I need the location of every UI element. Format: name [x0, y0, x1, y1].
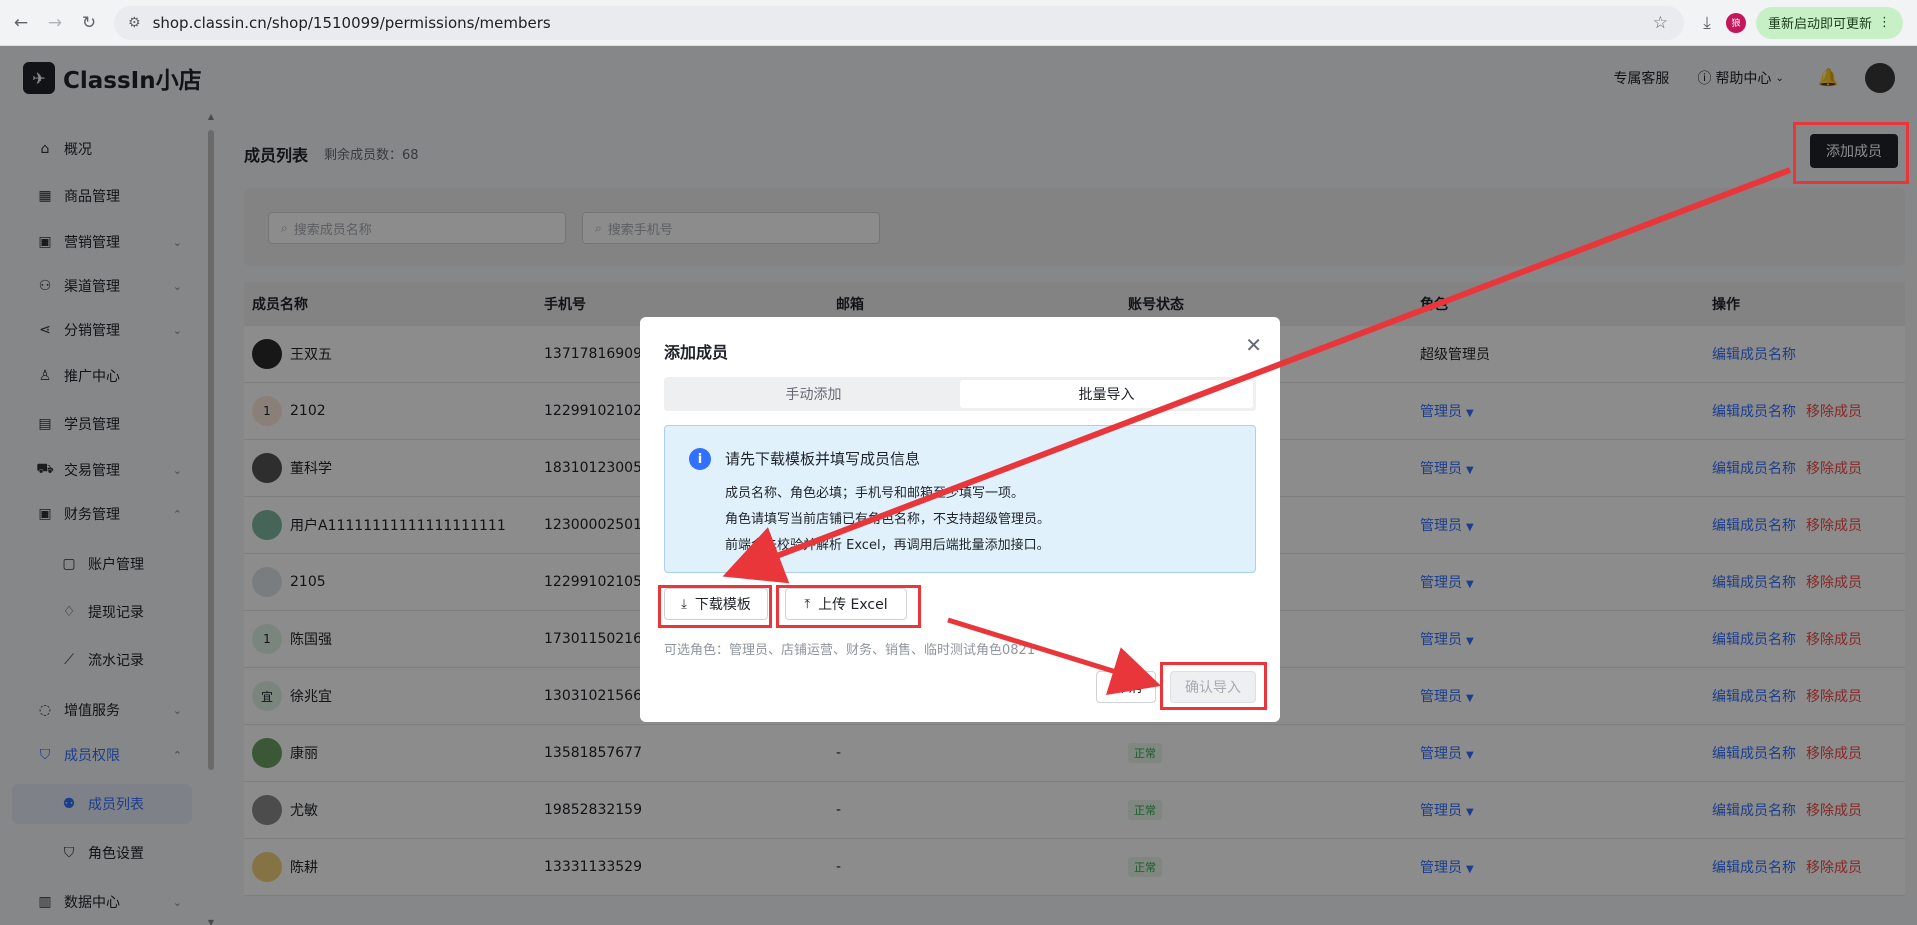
address-bar[interactable]: ⚙ shop.classin.cn/shop/1510099/permissio…	[114, 5, 1684, 40]
info-line: 前端会先校验并解析 Excel，再调用后端批量添加接口。	[725, 538, 1050, 553]
annotation-box-download	[658, 585, 772, 628]
site-info-icon[interactable]: ⚙	[128, 15, 141, 31]
download-icon[interactable]: ⤓	[1694, 13, 1720, 33]
reload-icon[interactable]: ↻	[76, 10, 102, 36]
info-title: 请先下载模板并填写成员信息	[725, 450, 921, 468]
close-icon[interactable]: ✕	[1245, 333, 1262, 357]
bookmark-star-icon[interactable]: ☆	[1653, 13, 1668, 33]
url-text: shop.classin.cn/shop/1510099/permissions…	[152, 13, 551, 32]
mode-tabs: 手动添加 批量导入	[664, 377, 1256, 411]
annotation-box-confirm	[1160, 662, 1267, 710]
back-icon[interactable]: ←	[8, 10, 34, 36]
tab-manual-add[interactable]: 手动添加	[667, 380, 960, 408]
extension-avatar[interactable]: 狼	[1726, 12, 1746, 33]
info-alert: i 请先下载模板并填写成员信息 成员名称、角色必填；手机号和邮箱至少填写一项。 …	[664, 425, 1256, 573]
annotation-box-upload	[776, 585, 921, 628]
browser-toolbar: ← → ↻ ⚙ shop.classin.cn/shop/1510099/per…	[0, 0, 1917, 46]
info-icon: i	[689, 448, 711, 470]
update-label: 重新启动即可更新	[1768, 17, 1873, 32]
more-icon: ⋮	[1878, 15, 1892, 30]
info-line: 成员名称、角色必填；手机号和邮箱至少填写一项。	[725, 486, 1025, 501]
annotation-box-add-member	[1793, 122, 1909, 184]
browser-update-button[interactable]: 重新启动即可更新 ⋮	[1756, 6, 1904, 39]
cancel-button[interactable]: 取 消	[1096, 671, 1156, 703]
dialog-title: 添加成员	[664, 343, 729, 362]
tab-batch-import[interactable]: 批量导入	[960, 380, 1253, 408]
forward-icon[interactable]: →	[42, 10, 68, 36]
roles-hint: 可选角色：管理员、店铺运营、财务、销售、临时测试角色0821	[664, 643, 1036, 658]
info-line: 角色请填写当前店铺已有角色名称，不支持超级管理员。	[725, 512, 1051, 527]
